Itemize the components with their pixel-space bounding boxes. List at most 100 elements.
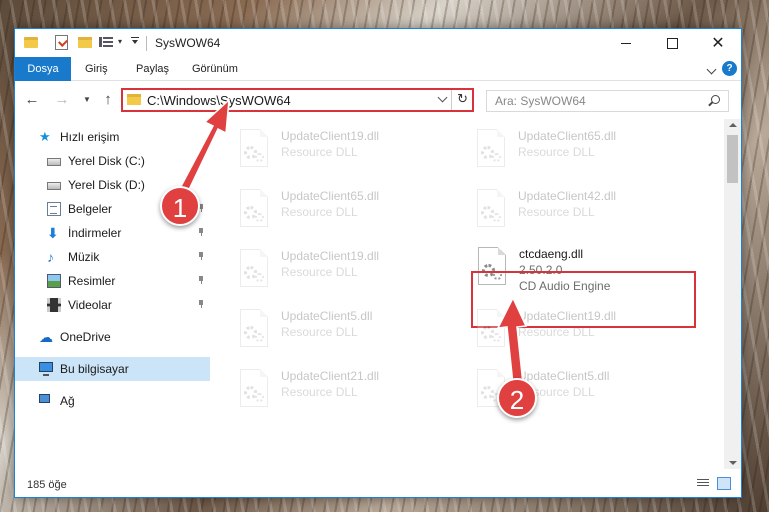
file-description: Resource DLL [281,145,358,159]
properties-icon[interactable] [55,35,68,50]
file-description: Resource DLL [518,205,595,219]
file-description: Resource DLL [281,385,358,399]
drive-icon [47,182,61,190]
file-item[interactable]: UpdateClient65.dll Resource DLL [237,189,467,247]
file-name: UpdateClient19.dll [281,129,380,143]
sidebar-item-label: Hızlı erişim [60,130,120,144]
minimize-button[interactable] [603,29,649,57]
refresh-button[interactable]: ↻ [457,91,468,107]
view-dropdown-icon[interactable]: ▾ [118,38,125,46]
file-item[interactable]: UpdateClient21.dll Resource DLL [237,369,467,427]
sidebar-item-quick-access[interactable]: ★ Hızlı erişim [15,125,210,149]
file-item[interactable]: UpdateClient19.dll Resource DLL [237,129,467,187]
vertical-scrollbar[interactable] [724,119,741,469]
music-icon: ♪ [47,249,54,265]
new-folder-icon[interactable] [78,37,92,48]
recent-locations-button[interactable]: ▼ [78,91,96,109]
status-bar: 185 öğe [15,473,741,497]
tab-home[interactable]: Giriş [85,57,108,81]
maximize-button[interactable] [649,29,695,57]
sidebar-item-network[interactable]: Ağ [15,389,210,413]
title-separator [146,36,147,51]
address-path[interactable]: C:\Windows\SysWOW64 [147,93,291,108]
address-dropdown-icon[interactable] [437,92,448,103]
pin-icon[interactable] [197,300,205,308]
documents-icon [47,202,61,216]
address-separator [451,90,452,110]
view-options-icon[interactable] [99,35,113,49]
pin-icon[interactable] [197,228,205,236]
file-item[interactable]: UpdateClient19.dll Resource DLL [237,249,467,307]
title-bar: ▾ SysWOW64 ✕ [15,29,741,57]
expand-ribbon-icon[interactable] [706,64,717,75]
pin-icon[interactable] [197,276,205,284]
sidebar-item-pictures[interactable]: Resimler [15,269,210,293]
tab-file[interactable]: Dosya [15,57,71,81]
file-list: UpdateClient19.dll Resource DLL UpdateCl… [211,119,723,469]
tab-view[interactable]: Görünüm [192,57,238,81]
pin-icon[interactable] [197,252,205,260]
sidebar-item-label: Yerel Disk (D:) [68,178,145,192]
search-icon[interactable] [711,95,720,104]
videos-icon [47,298,61,312]
download-icon: ⬇ [47,225,59,241]
navigation-row: ← → ▼ ↑ C:\Windows\SysWOW64 ↻ Ara: SysWO… [15,82,741,118]
file-name: UpdateClient65.dll [281,189,380,203]
file-item[interactable]: UpdateClient19.dll Resource DLL [474,309,704,367]
file-item[interactable]: UpdateClient65.dll Resource DLL [474,129,704,187]
file-description: Resource DLL [281,205,358,219]
tab-share[interactable]: Paylaş [136,57,169,81]
sidebar-item-onedrive[interactable]: ☁ OneDrive [15,325,210,349]
file-name: ctcdaeng.dll [519,247,584,261]
file-description: Resource DLL [518,145,595,159]
step-2-badge: 2 [497,378,537,418]
file-description: Resource DLL [281,265,358,279]
forward-button[interactable]: → [53,91,71,109]
file-explorer-window: ▾ SysWOW64 ✕ Dosya Giriş Paylaş Görünüm … [14,28,742,498]
file-name: UpdateClient19.dll [518,309,617,323]
file-description: Resource DLL [518,325,595,339]
step-1-badge: 1 [160,186,200,226]
file-item[interactable]: UpdateClient5.dll Resource DLL [237,309,467,367]
file-item[interactable]: UpdateClient42.dll Resource DLL [474,189,704,247]
file-name: UpdateClient65.dll [518,129,617,143]
dll-file-icon [237,309,271,351]
file-name: UpdateClient19.dll [281,249,380,263]
network-icon [39,394,50,403]
file-description: Resource DLL [281,325,358,339]
dll-file-icon [474,309,508,351]
scroll-down-icon[interactable] [729,461,737,465]
cloud-icon: ☁ [39,329,53,345]
search-input[interactable]: Ara: SysWOW64 [495,94,586,108]
customize-quick-access-icon[interactable] [131,37,139,47]
back-button[interactable]: ← [23,91,41,109]
pictures-icon [47,274,61,288]
sidebar-item-label: Yerel Disk (C:) [68,154,145,168]
dll-file-icon [237,189,271,231]
details-view-icon[interactable] [697,479,709,489]
ribbon-tabs: Dosya Giriş Paylaş Görünüm ? [15,57,741,81]
up-button[interactable]: ↑ [99,91,117,109]
navigation-pane: ★ Hızlı erişim Yerel Disk (C:) Yerel Dis… [15,119,210,469]
dll-file-icon [237,369,271,411]
help-icon[interactable]: ? [722,61,737,76]
sidebar-item-this-pc[interactable]: Bu bilgisayar [15,357,210,381]
sidebar-item-videos[interactable]: Videolar [15,293,210,317]
sidebar-item-label: Resimler [68,274,116,288]
dll-file-icon [474,189,508,231]
scroll-up-icon[interactable] [729,123,737,127]
file-name: UpdateClient5.dll [281,309,373,323]
sidebar-item-local-disk-c[interactable]: Yerel Disk (C:) [15,149,210,173]
sidebar-item-label: Ağ [60,394,75,408]
file-name: UpdateClient42.dll [518,189,617,203]
sidebar-item-label: Bu bilgisayar [60,362,129,376]
close-button[interactable]: ✕ [695,29,741,57]
computer-icon [39,362,53,376]
address-bar[interactable]: C:\Windows\SysWOW64 ↻ [121,88,474,112]
search-box[interactable]: Ara: SysWOW64 [486,90,729,112]
scroll-thumb[interactable] [727,135,738,183]
sidebar-item-label: OneDrive [60,330,111,344]
window-title: SysWOW64 [155,36,221,50]
tiles-view-icon[interactable] [717,477,731,490]
sidebar-item-music[interactable]: ♪ Müzik [15,245,210,269]
